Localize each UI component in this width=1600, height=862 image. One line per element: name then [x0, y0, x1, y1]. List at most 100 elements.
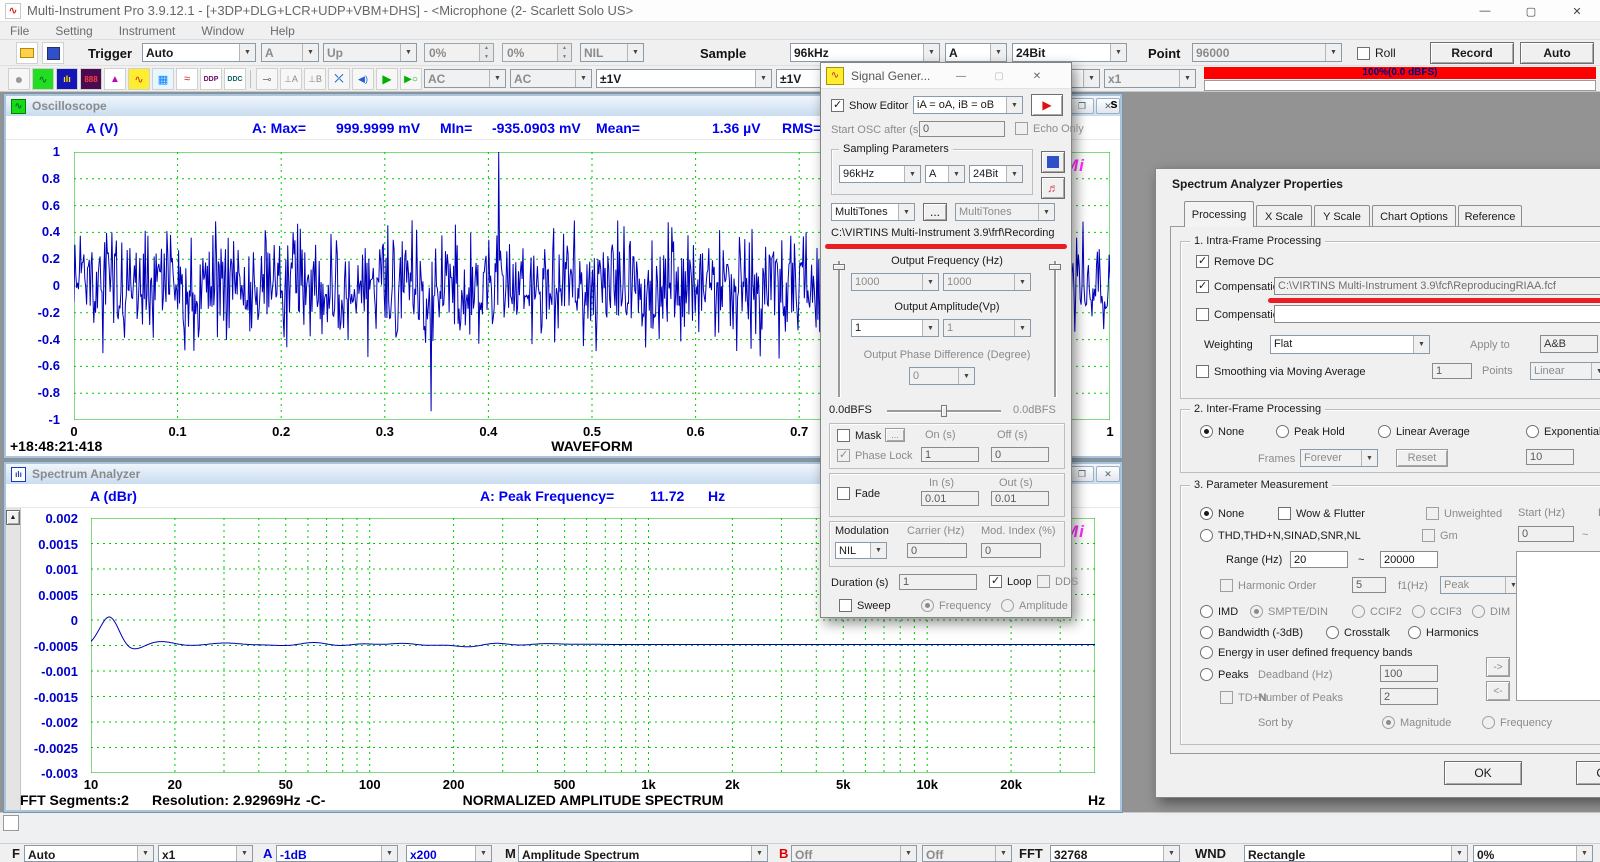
- move-left-button[interactable]: <-: [1486, 681, 1510, 701]
- mask-off-input[interactable]: [991, 447, 1049, 462]
- thd-radio[interactable]: THD,THD+N,SINAD,SNR,NL: [1200, 529, 1361, 542]
- record-button[interactable]: Record: [1430, 42, 1514, 64]
- trigger-delay-spinner[interactable]: 0%▲▼: [502, 43, 572, 62]
- reset-button[interactable]: Reset: [1396, 449, 1448, 467]
- range-from-input[interactable]: [1290, 551, 1348, 568]
- close-button[interactable]: ✕: [1554, 0, 1600, 22]
- harmonics-radio[interactable]: Harmonics: [1408, 626, 1479, 639]
- mod-index-input[interactable]: [981, 543, 1041, 558]
- menu-file[interactable]: File: [10, 24, 29, 38]
- menu-help[interactable]: Help: [270, 24, 295, 38]
- echo-only-checkbox[interactable]: Echo Only: [1015, 122, 1084, 135]
- display-mode-select[interactable]: Amplitude Spectrum▼: [518, 845, 768, 862]
- peaks-radio[interactable]: Peaks: [1200, 668, 1249, 681]
- crosstalk-radio[interactable]: Crosstalk: [1326, 626, 1390, 639]
- exponential-average-radio[interactable]: Exponential Average: [1526, 425, 1600, 438]
- smoothing-checkbox[interactable]: Smoothing via Moving Average: [1196, 365, 1365, 378]
- probe-multiplier-select[interactable]: x1▼: [1104, 69, 1196, 88]
- fft-size-select[interactable]: 32768▼: [1050, 845, 1180, 862]
- probe-calibration-icon[interactable]: ⤫: [328, 68, 350, 90]
- sampling-rate-select[interactable]: 96kHz▼: [790, 43, 940, 62]
- ddp-viewer-icon[interactable]: DDP: [200, 68, 222, 90]
- frequency-bands-listbox[interactable]: [1516, 551, 1600, 701]
- minimize-button[interactable]: —: [1462, 0, 1508, 22]
- gm-checkbox[interactable]: Gm: [1422, 529, 1458, 542]
- range-to-input[interactable]: [1380, 551, 1438, 568]
- ok-button[interactable]: OK: [1444, 761, 1522, 785]
- spectrum-analyzer-icon[interactable]: ılı: [56, 68, 78, 90]
- fade-checkbox[interactable]: Fade: [837, 487, 880, 500]
- pm-none-radio[interactable]: None: [1200, 507, 1244, 520]
- zero-channel-a-icon[interactable]: ⊥A: [280, 68, 302, 90]
- duration-input[interactable]: [899, 574, 977, 590]
- frames-select[interactable]: Forever▼: [1300, 449, 1378, 467]
- freq-b-select[interactable]: 1000▼: [943, 273, 1031, 291]
- f1-mode-select[interactable]: Peak▼: [1440, 576, 1522, 594]
- record-points-select[interactable]: 96000▼: [1192, 43, 1342, 62]
- num-peaks-input[interactable]: [1380, 688, 1438, 705]
- imd-radio[interactable]: IMD: [1200, 605, 1238, 618]
- freq-axis-select[interactable]: Auto▼: [24, 845, 154, 862]
- maximize-button[interactable]: ▢: [1508, 0, 1554, 22]
- siggen-play-button[interactable]: ▶: [1031, 94, 1063, 116]
- b-range-select[interactable]: Off▼: [791, 845, 917, 862]
- overlap-select[interactable]: 0%▼: [1473, 845, 1593, 862]
- auto-button[interactable]: Auto: [1520, 42, 1594, 64]
- menu-instrument[interactable]: Instrument: [119, 24, 176, 38]
- freq-a-select[interactable]: 1000▼: [851, 273, 939, 291]
- smoothing-points-input[interactable]: [1432, 363, 1472, 379]
- trigger-hpf-select[interactable]: NIL▼: [580, 43, 644, 62]
- smoothing-mode-select[interactable]: Linear▼: [1530, 362, 1600, 380]
- spectrum-restore-icon[interactable]: ❐: [1070, 466, 1094, 482]
- spectrum-close-icon[interactable]: ✕: [1096, 466, 1120, 482]
- siggen-channel-select[interactable]: A▼: [925, 165, 965, 183]
- ccif3-radio[interactable]: CCIF3: [1412, 605, 1462, 618]
- compensation1-path[interactable]: [1274, 277, 1600, 295]
- tab-y-scale[interactable]: Y Scale: [1314, 205, 1370, 227]
- amp-a-select[interactable]: 1▼: [851, 319, 939, 337]
- mask-browse-button[interactable]: ...: [885, 428, 905, 442]
- browse-button[interactable]: ...: [923, 203, 947, 221]
- move-right-button[interactable]: ->: [1486, 657, 1510, 677]
- dds-checkbox[interactable]: DDS: [1037, 575, 1078, 588]
- multimeter-icon[interactable]: 888: [80, 68, 102, 90]
- waveform-a-select[interactable]: MultiTones▼: [831, 203, 915, 221]
- window-function-select[interactable]: Rectangle▼: [1244, 845, 1468, 862]
- b-mult-select[interactable]: Off▼: [922, 845, 1012, 862]
- loop-checkbox[interactable]: Loop: [989, 575, 1031, 588]
- modulation-type-select[interactable]: NIL▼: [835, 542, 887, 559]
- coupling-a-select[interactable]: AC▼: [424, 69, 506, 88]
- run-loop-icon[interactable]: ▶○: [400, 68, 422, 90]
- weighting-select[interactable]: Flat▼: [1270, 335, 1430, 354]
- open-file-icon[interactable]: [16, 42, 38, 64]
- wow-flutter-checkbox[interactable]: Wow & Flutter: [1278, 507, 1365, 520]
- trigger-edge-select[interactable]: Up▼: [323, 43, 417, 62]
- amp-b-select[interactable]: 1▼: [943, 319, 1031, 337]
- smpte-radio[interactable]: SMPTE/DIN: [1250, 605, 1328, 618]
- balance-slider[interactable]: [885, 405, 1003, 417]
- fade-out-input[interactable]: [991, 491, 1049, 506]
- range-a-select[interactable]: ±1V▼: [596, 69, 772, 88]
- freq-mult-select[interactable]: x1▼: [158, 845, 253, 862]
- signal-generator-icon[interactable]: ∿: [128, 68, 150, 90]
- a-range-select[interactable]: -1dB▼: [276, 845, 398, 862]
- level-a-slider[interactable]: [833, 259, 845, 399]
- trigger-source-select[interactable]: A▼: [261, 43, 319, 62]
- tab-reference[interactable]: Reference: [1458, 205, 1522, 227]
- siggen-bits-select[interactable]: 24Bit▼: [969, 165, 1023, 183]
- ddc-icon[interactable]: DDC: [224, 68, 246, 90]
- show-editor-checkbox[interactable]: Show Editor: [831, 99, 908, 112]
- carrier-input[interactable]: [907, 543, 967, 558]
- a-mult-select[interactable]: x200▼: [406, 845, 492, 862]
- dim-radio[interactable]: DIM: [1472, 605, 1510, 618]
- zero-channel-b-icon[interactable]: ⊥B: [304, 68, 326, 90]
- energy-bands-radio[interactable]: Energy in user defined frequency bands: [1200, 646, 1412, 659]
- sweep-amplitude-radio[interactable]: Amplitude: [1001, 599, 1068, 612]
- roll-checkbox[interactable]: Roll: [1357, 46, 1396, 60]
- menu-window[interactable]: Window: [201, 24, 244, 38]
- mask-on-input[interactable]: [921, 447, 979, 462]
- bit-depth-select[interactable]: 24Bit▼: [1012, 43, 1127, 62]
- trigger-level-spinner[interactable]: 0%▲▼: [424, 43, 494, 62]
- linear-average-radio[interactable]: Linear Average: [1378, 425, 1470, 438]
- cancel-button[interactable]: Cancel: [1576, 761, 1600, 785]
